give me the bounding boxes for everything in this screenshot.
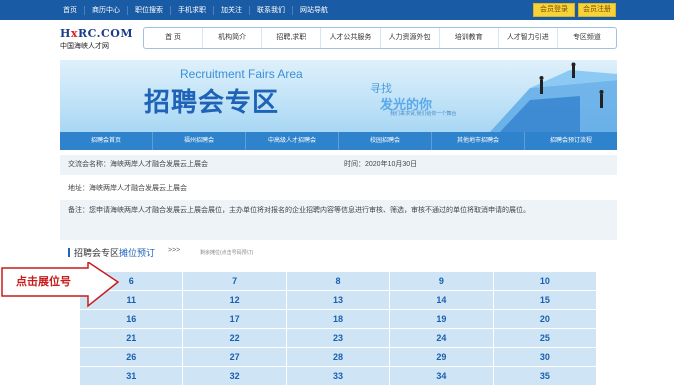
- booth-number-button[interactable]: 20: [493, 310, 597, 328]
- info-row-name-time: 交流会名称：海峡两岸人才融合发展云上展会 时间：2020年10月30日: [60, 155, 617, 175]
- heading-marker: [68, 248, 70, 257]
- top-link[interactable]: 联系我们: [250, 5, 293, 15]
- booth-number-button[interactable]: 33: [286, 367, 390, 385]
- info-row-address: 地址：海峡两岸人才融合发展云上展会: [60, 179, 617, 198]
- booth-row: 6 7 8 9 10: [80, 272, 597, 291]
- booth-number-button[interactable]: 15: [493, 291, 597, 309]
- booth-number-button[interactable]: 29: [390, 348, 493, 366]
- booth-number-button[interactable]: 28: [286, 348, 390, 366]
- booth-number-button[interactable]: 18: [286, 310, 390, 328]
- info-row-note: 备注：您申请海峡两岸人才融合发展云上展会展位，主办单位将对报名的企业招聘内容等信…: [60, 200, 617, 240]
- section-title: 招聘会专区摊位预订: [74, 248, 156, 258]
- main-nav-item[interactable]: 人力资源外包: [381, 28, 440, 48]
- main-nav-item[interactable]: 专区频道: [558, 28, 616, 48]
- booth-grid: 6 7 8 9 10 11 12 13 14 15 16 17 18 19 20 21 22 23 24 25 26 27…: [80, 272, 597, 385]
- recruitment-banner: Recruitment Fairs Area 招聘会专区 寻找 发光的你 我们来…: [60, 60, 617, 132]
- booth-row: 21 22 23 24 25: [80, 329, 597, 348]
- top-link[interactable]: 网站导航: [293, 6, 335, 15]
- booth-number-button[interactable]: 10: [493, 272, 597, 290]
- booth-number-button[interactable]: 21: [80, 329, 183, 347]
- booth-number-button[interactable]: 30: [493, 348, 597, 366]
- booth-number-button[interactable]: 27: [183, 348, 286, 366]
- fair-subnav-item[interactable]: 招聘会首页: [60, 132, 153, 150]
- top-bar: 首页 商历中心 职位搜索 手机求职 加关注 联系我们 网站导航 会员登录 会员注册: [0, 0, 674, 20]
- banner-english-title: Recruitment Fairs Area: [180, 67, 303, 81]
- main-nav-item[interactable]: 人才公共服务: [321, 28, 381, 48]
- top-link[interactable]: 加关注: [214, 5, 250, 15]
- logo-text: HxRC.COM: [60, 27, 134, 40]
- booth-number-button[interactable]: 34: [390, 367, 493, 385]
- booth-number-button[interactable]: 17: [183, 310, 286, 328]
- booth-number-button[interactable]: 35: [493, 367, 597, 385]
- member-login-button[interactable]: 会员登录: [533, 3, 575, 17]
- member-register-button[interactable]: 会员注册: [578, 3, 616, 17]
- booth-number-button[interactable]: 24: [390, 329, 493, 347]
- booth-number-button[interactable]: 9: [390, 272, 493, 290]
- main-nav: 首 页机构简介 招聘,求职 人才公共服务 人力资源外包 培训教育 人才智力引进 专区频道: [143, 27, 617, 49]
- fair-address: 地址：海峡两岸人才融合发展云上展会: [68, 185, 187, 192]
- fair-subnav-item[interactable]: 校园招聘会: [339, 132, 432, 150]
- fair-subnav: 招聘会首页 福州招聘会 中高级人才招聘会 校园招聘会 其他地市招聘会 招聘会预订流程: [60, 132, 617, 150]
- callout-label: 点击展位号: [16, 275, 71, 288]
- main-nav-item[interactable]: 首 页: [144, 28, 204, 48]
- booth-number-button[interactable]: 31: [80, 367, 183, 385]
- fair-subnav-item[interactable]: 其他地市招聘会: [432, 132, 525, 150]
- booth-number-button[interactable]: 8: [286, 272, 390, 290]
- top-link[interactable]: 职位搜索: [128, 5, 171, 15]
- main-nav-item[interactable]: 机构简介: [203, 28, 263, 48]
- booth-number-button[interactable]: 22: [183, 329, 286, 347]
- fair-subnav-item[interactable]: 福州招聘会: [153, 132, 246, 150]
- booth-row: 26 27 28 29 30: [80, 348, 597, 367]
- logo-subtitle: 中国海峡人才网: [60, 42, 109, 50]
- fair-subnav-item[interactable]: 招聘会预订流程: [525, 132, 617, 150]
- fair-note: 备注：您申请海峡两岸人才融合发展云上展会展位，主办单位将对报名的企业招聘内容等信…: [68, 207, 530, 214]
- top-links: 首页 商历中心 职位搜索 手机求职 加关注 联系我们 网站导航: [56, 0, 335, 20]
- booth-row: 11 12 13 14 15: [80, 291, 597, 310]
- booth-number-button[interactable]: 7: [183, 272, 286, 290]
- top-link[interactable]: 手机求职: [171, 5, 214, 15]
- fair-time: 时间：2020年10月30日: [344, 161, 418, 168]
- main-nav-item[interactable]: 人才智力引进: [499, 28, 558, 48]
- booth-number-button[interactable]: 13: [286, 291, 390, 309]
- booth-number-button[interactable]: 25: [493, 329, 597, 347]
- booth-number-button[interactable]: 12: [183, 291, 286, 309]
- fair-name: 交流会名称：海峡两岸人才融合发展云上展会: [68, 161, 208, 168]
- booth-row: 31 32 33 34 35: [80, 367, 597, 385]
- top-link[interactable]: 商历中心: [85, 5, 128, 15]
- booth-row: 16 17 18 19 20: [80, 310, 597, 329]
- site-logo[interactable]: HxRC.COM 中国海峡人才网: [60, 27, 134, 53]
- booth-section-heading: 招聘会专区摊位预订 >>> 剩余摊位(点击号码预订): [60, 244, 617, 260]
- banner-title: 招聘会专区: [144, 88, 280, 118]
- booth-number-button[interactable]: 23: [286, 329, 390, 347]
- booth-number-button[interactable]: 16: [80, 310, 183, 328]
- top-link[interactable]: 首页: [56, 5, 85, 15]
- booth-number-button[interactable]: 26: [80, 348, 183, 366]
- main-nav-item[interactable]: 招聘,求职: [262, 28, 322, 48]
- click-booth-callout: 点击展位号: [0, 262, 120, 310]
- booth-number-button[interactable]: 32: [183, 367, 286, 385]
- main-nav-item[interactable]: 培训教育: [440, 28, 499, 48]
- booth-number-button[interactable]: 19: [390, 310, 493, 328]
- section-note: 剩余摊位(点击号码预订): [200, 250, 254, 256]
- fair-subnav-item[interactable]: 中高级人才招聘会: [246, 132, 339, 150]
- section-arrows: >>>: [168, 247, 181, 254]
- booth-number-button[interactable]: 14: [390, 291, 493, 309]
- banner-tagline: 我们来求贤,我们给你一个舞台: [390, 111, 457, 117]
